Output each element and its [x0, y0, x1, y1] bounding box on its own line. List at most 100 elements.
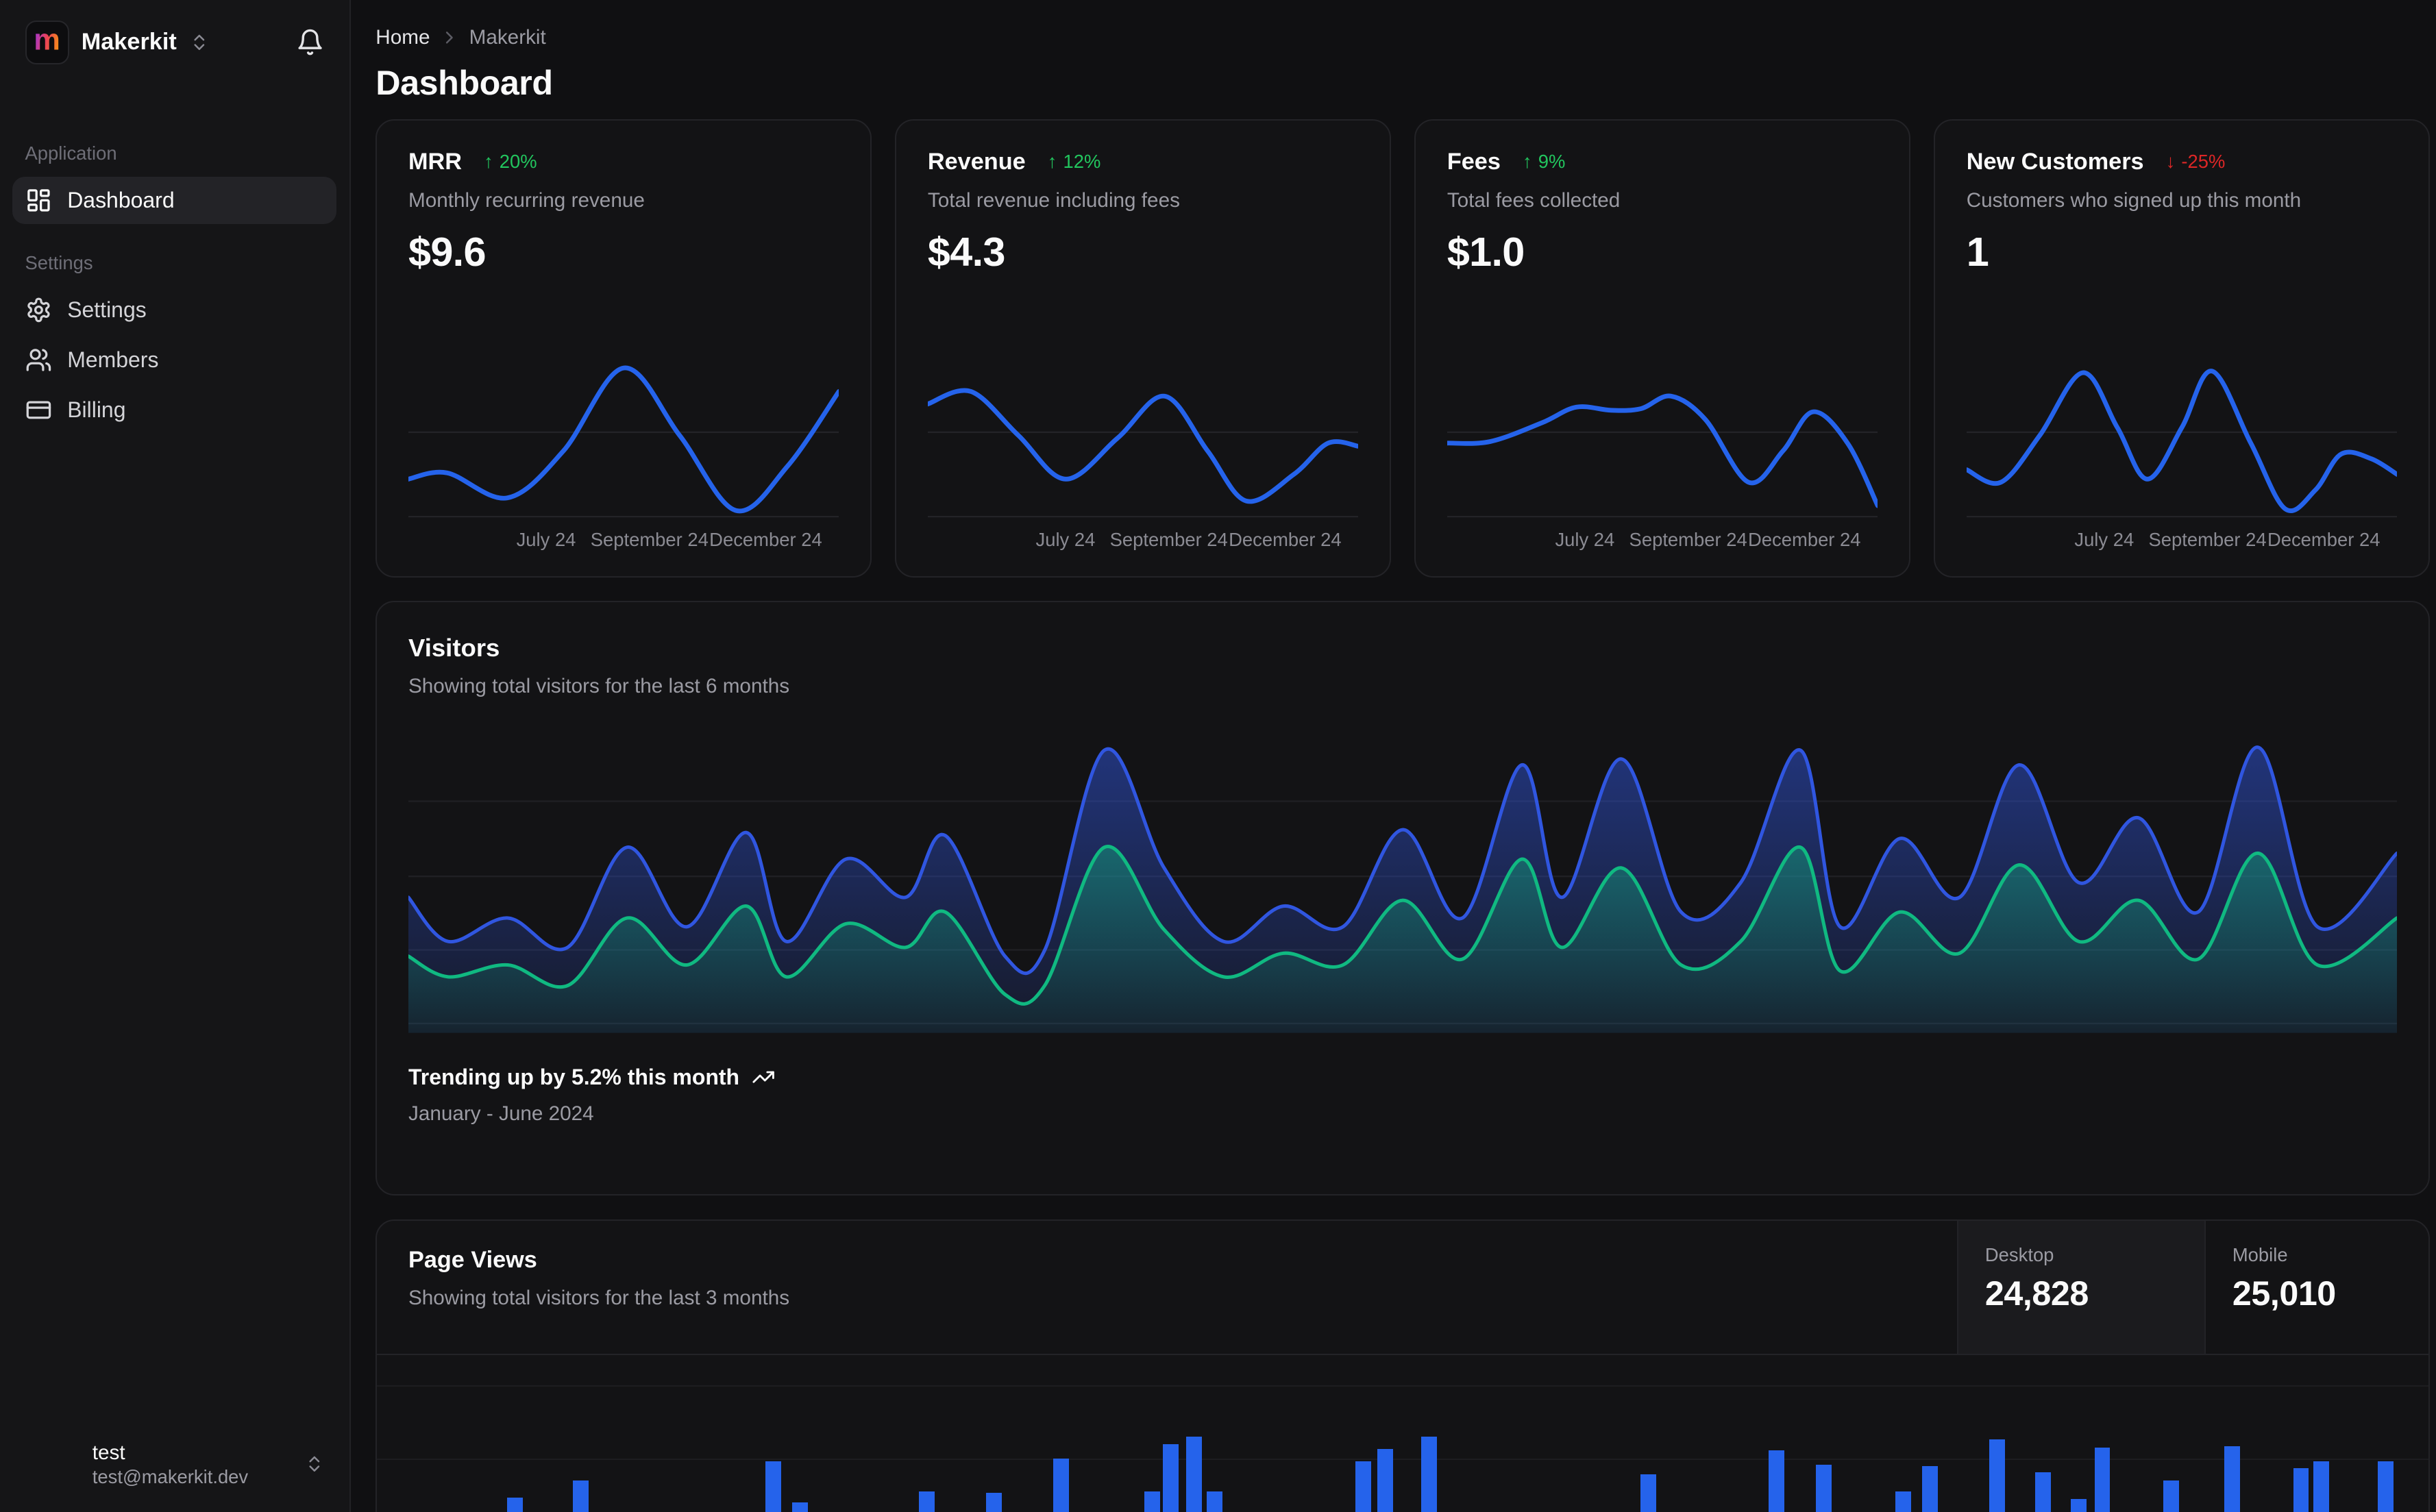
nav-section-label: Application [25, 142, 117, 164]
stat-subtitle: Customers who signed up this month [1966, 189, 2302, 212]
sidebar-item-label: Billing [67, 397, 126, 422]
sidebar-item-label: Settings [67, 297, 147, 322]
logo-letter: m [34, 23, 60, 57]
visitors-subtitle: Showing total visitors for the last 6 mo… [408, 675, 790, 698]
sidebar-item-dashboard[interactable]: Dashboard [12, 177, 337, 224]
page-views-bar [1989, 1439, 2006, 1512]
stat-subtitle: Monthly recurring revenue [408, 189, 645, 212]
page-views-bar [986, 1493, 1002, 1512]
page-views-bar [1421, 1436, 1437, 1512]
page-views-bar [1355, 1461, 1372, 1512]
page-views-bar [1144, 1491, 1160, 1512]
visitors-date-range: January - June 2024 [408, 1102, 594, 1126]
x-tick: September 24 [1629, 529, 1747, 551]
stat-trend-badge: ↑ 20% [484, 151, 537, 173]
x-axis-ticks: July 24 September 24 December 24 [1447, 526, 1878, 554]
breadcrumb-current: Makerkit [469, 25, 546, 49]
stat-subtitle: Total fees collected [1447, 189, 1621, 212]
page-views-bar [2378, 1461, 2394, 1512]
page-title: Dashboard [376, 63, 553, 102]
visitors-area-chart [408, 732, 2398, 1034]
page-views-bar [2224, 1446, 2240, 1512]
page-views-card: Page Views Showing total visitors for th… [376, 1219, 2430, 1512]
stat-value: $1.0 [1447, 229, 1525, 275]
x-tick: December 24 [1748, 529, 1861, 551]
stat-card-mrr: MRR ↑ 20% Monthly recurring revenue $9.6… [376, 119, 872, 578]
page-views-bar [1815, 1465, 1832, 1512]
sidebar: m Makerkit Application Dashboard Setting… [0, 0, 351, 1512]
visitors-trend-text: Trending up by 5.2% this month [408, 1064, 740, 1089]
page-views-bar [1895, 1491, 1912, 1512]
page-views-bar [506, 1498, 523, 1512]
page-views-header: Page Views Showing total visitors for th… [377, 1220, 2428, 1356]
page-views-mobile-toggle[interactable]: Mobile 25,010 [2204, 1220, 2428, 1354]
workspace-name: Makerkit [81, 29, 177, 55]
desktop-label: Desktop [1984, 1243, 2054, 1265]
trend-arrow-icon: ↑ [483, 151, 493, 173]
stat-value: $4.3 [927, 229, 1006, 275]
x-axis-ticks: July 24 September 24 December 24 [928, 526, 1358, 554]
page-views-bar-chart [377, 1355, 2428, 1512]
x-tick: July 24 [1555, 529, 1615, 551]
user-email: test@makerkit.dev [92, 1465, 249, 1487]
page-views-subtitle: Showing total visitors for the last 3 mo… [408, 1286, 790, 1309]
sidebar-item-settings[interactable]: Settings [12, 286, 336, 334]
stat-title: Fees [1447, 148, 1501, 175]
breadcrumb-home-link[interactable]: Home [376, 26, 430, 49]
page-views-bar [765, 1461, 781, 1512]
notifications-bell-icon[interactable] [296, 28, 324, 56]
stat-trend-badge: ↓ -25% [2166, 151, 2226, 173]
layout-dashboard-icon [27, 189, 50, 212]
stat-cards-row: MRR ↑ 20% Monthly recurring revenue $9.6… [376, 119, 2430, 578]
sidebar-item-billing[interactable]: Billing [12, 386, 336, 434]
stat-line-chart: July 24 September 24 December 24 [927, 351, 1359, 554]
page-views-bar [2163, 1480, 2179, 1512]
visitors-title: Visitors [408, 633, 500, 662]
page-views-bar [1769, 1450, 1785, 1512]
x-tick: December 24 [2267, 529, 2380, 551]
trend-arrow-icon: ↓ [2165, 151, 2176, 173]
breadcrumb: Home Makerkit [376, 25, 2429, 51]
page-views-bar [1377, 1449, 1393, 1512]
page-views-bar [1640, 1474, 1656, 1512]
trend-arrow-icon: ↑ [1522, 151, 1532, 173]
sidebar-item-members[interactable]: Members [12, 336, 336, 384]
x-tick: September 24 [590, 529, 709, 551]
stat-card-revenue: Revenue ↑ 12% Total revenue including fe… [895, 119, 1391, 578]
user-menu[interactable]: test test@makerkit.dev [0, 1420, 349, 1512]
user-name: test [92, 1441, 125, 1464]
users-icon [26, 349, 51, 371]
x-tick: December 24 [709, 529, 822, 551]
stat-card-new_customers: New Customers ↓ -25% Customers who signe… [1934, 119, 2430, 578]
stat-title: New Customers [1966, 148, 2144, 175]
makerkit-logo: m [25, 20, 69, 64]
dashboard-page: { "sidebar": { "workspace": "Makerkit", … [0, 0, 2436, 1512]
x-tick: September 24 [1109, 529, 1228, 551]
page-views-bar [1163, 1444, 1179, 1512]
page-views-desktop-toggle[interactable]: Desktop 24,828 [1957, 1220, 2205, 1354]
trending-up-icon [752, 1071, 775, 1083]
x-tick: September 24 [2148, 529, 2267, 551]
sidebar-item-label: Members [67, 347, 159, 372]
credit-card-icon [26, 401, 51, 419]
page-views-bar [1207, 1491, 1222, 1512]
visitors-card: Visitors Showing total visitors for the … [376, 601, 2430, 1196]
user-avatar [25, 1439, 77, 1490]
chevrons-up-down-icon [194, 34, 205, 50]
page-views-bar [791, 1502, 808, 1512]
x-axis-ticks: July 24 September 24 December 24 [408, 526, 839, 554]
stat-title: MRR [408, 148, 462, 175]
workspace-switcher[interactable]: m Makerkit [0, 0, 349, 80]
gear-icon [27, 297, 50, 323]
trend-percentage: 9% [1538, 151, 1566, 173]
desktop-value: 24,828 [1984, 1274, 2089, 1313]
chevrons-up-down-icon [308, 1457, 319, 1472]
sidebar-item-label: Dashboard [67, 187, 175, 212]
stat-card-fees: Fees ↑ 9% Total fees collected $1.0 July… [1414, 119, 1910, 578]
stat-value: 1 [1966, 229, 1989, 275]
stat-line-chart: July 24 September 24 December 24 [1447, 351, 1878, 554]
page-views-bar [918, 1491, 935, 1512]
trend-arrow-icon: ↑ [1047, 151, 1057, 173]
x-tick: July 24 [516, 529, 576, 551]
trend-percentage: 12% [1063, 151, 1101, 173]
